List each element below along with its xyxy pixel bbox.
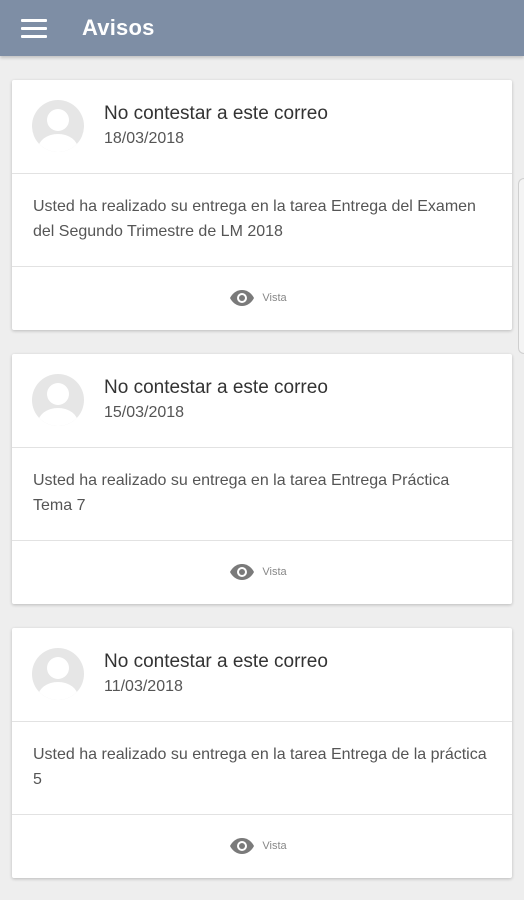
notice-message: Usted ha realizado su entrega en la tare… — [33, 198, 476, 240]
notice-body: Usted ha realizado su entrega en la tare… — [12, 174, 512, 267]
notice-header: No contestar a este correo 11/03/2018 — [12, 628, 512, 722]
status-label: Vista — [262, 840, 287, 852]
notice-message: Usted ha realizado su entrega en la tare… — [33, 472, 450, 514]
notice-header: No contestar a este correo 18/03/2018 — [12, 80, 512, 174]
notice-date: 15/03/2018 — [104, 404, 185, 421]
notice-sender: No contestar a este correo — [104, 103, 328, 124]
notice-body: Usted ha realizado su entrega en la tare… — [12, 448, 512, 541]
avatar — [32, 100, 84, 152]
notice-body: Usted ha realizado su entrega en la tare… — [12, 722, 512, 815]
notice-card[interactable]: No contestar a este correo 15/03/2018 Us… — [12, 354, 512, 604]
notice-date: 18/03/2018 — [104, 130, 185, 147]
eye-icon — [230, 838, 255, 854]
eye-icon — [230, 290, 255, 306]
notice-status: Vista — [12, 815, 512, 877]
notice-list: No contestar a este correo 18/03/2018 Us… — [12, 80, 512, 900]
notice-sender: No contestar a este correo — [104, 651, 328, 672]
eye-icon — [230, 564, 255, 580]
hamburger-menu-icon — [21, 18, 47, 38]
status-label: Vista — [262, 566, 287, 578]
avatar — [32, 374, 84, 426]
app-bar: Avisos — [0, 0, 524, 56]
notice-status: Vista — [12, 267, 512, 329]
notice-date: 11/03/2018 — [104, 678, 183, 695]
notice-sender: No contestar a este correo — [104, 377, 328, 398]
avatar — [32, 648, 84, 700]
status-label: Vista — [262, 292, 287, 304]
notice-card[interactable]: No contestar a este correo 11/03/2018 Us… — [12, 628, 512, 878]
notice-message: Usted ha realizado su entrega en la tare… — [33, 746, 487, 788]
page-title: Avisos — [82, 15, 155, 40]
menu-button[interactable] — [0, 0, 56, 56]
notice-status: Vista — [12, 541, 512, 603]
edge-panel-handle[interactable] — [518, 178, 524, 354]
notice-card[interactable]: No contestar a este correo 18/03/2018 Us… — [12, 80, 512, 330]
notice-header: No contestar a este correo 15/03/2018 — [12, 354, 512, 448]
